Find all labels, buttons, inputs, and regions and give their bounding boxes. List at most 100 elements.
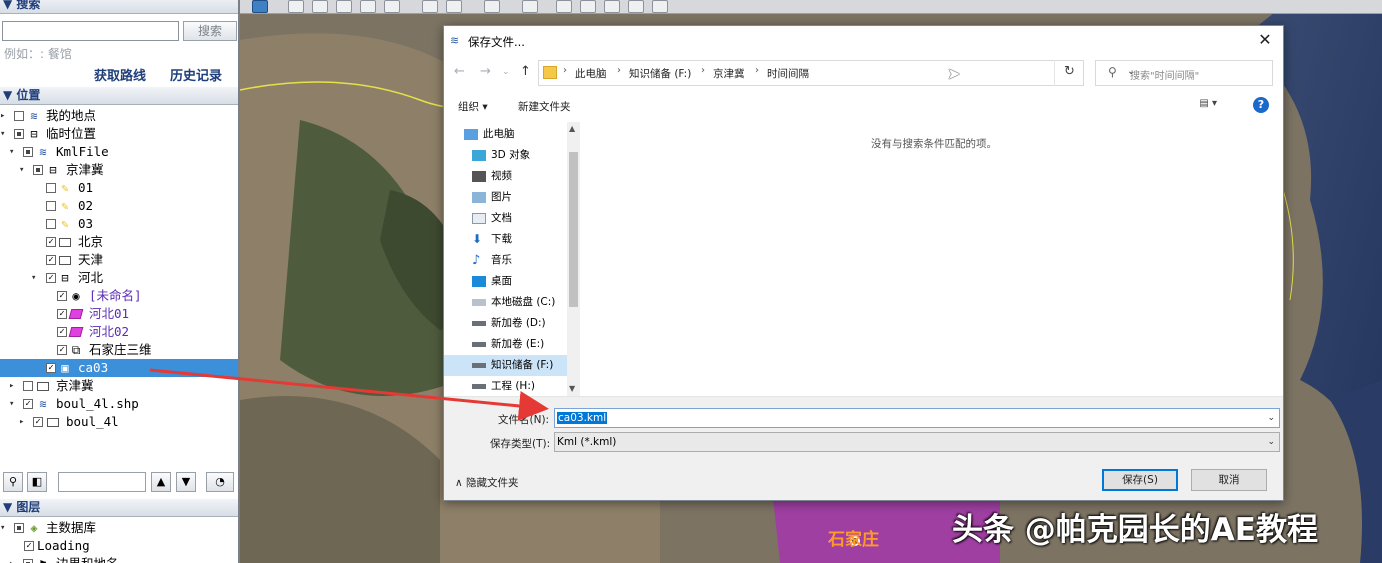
tree-item-03[interactable]: ✎ 03: [0, 215, 238, 233]
scroll-down-icon[interactable]: ▼: [569, 384, 575, 393]
scroll-thumb[interactable]: [569, 152, 578, 307]
collapse-arrow-icon[interactable]: ▾: [9, 395, 19, 413]
tour-icon[interactable]: ◔: [206, 472, 234, 492]
checkbox[interactable]: [46, 219, 56, 229]
checkbox[interactable]: [46, 201, 56, 211]
up-icon[interactable]: ↑: [520, 64, 531, 79]
path-tool-button[interactable]: [336, 0, 352, 13]
breadcrumb-item[interactable]: 时间间隔: [767, 66, 809, 81]
breadcrumb-item[interactable]: 此电脑: [575, 66, 607, 81]
get-route-link[interactable]: 获取路线: [94, 65, 146, 84]
tree-item-hebei02[interactable]: 河北02: [0, 323, 238, 341]
email-button-2[interactable]: [556, 0, 572, 13]
expand-arrow-icon[interactable]: ▸: [0, 107, 10, 125]
earth-button[interactable]: [652, 0, 668, 13]
checkbox[interactable]: [24, 541, 34, 551]
address-bar[interactable]: › 此电脑 › 知识储备 (F:) › 京津冀 › 时间间隔 ⌄: [538, 60, 1135, 86]
checkbox[interactable]: [14, 111, 24, 121]
checkbox[interactable]: [14, 129, 24, 139]
hide-folders-toggle[interactable]: ∧ 隐藏文件夹: [455, 475, 519, 490]
maps-button[interactable]: [628, 0, 644, 13]
collapse-arrow-icon[interactable]: ▾: [0, 519, 10, 537]
nav-scrollbar[interactable]: ▲ ▼: [567, 122, 580, 396]
tree-item-shijiazhuang-3d[interactable]: ⧉ 石家庄三维: [0, 341, 238, 359]
help-icon[interactable]: ?: [1253, 97, 1269, 113]
tree-item-tianjin[interactable]: 天津: [0, 251, 238, 269]
tree-item-temp-places[interactable]: ▾ ⊟ 临时位置: [0, 125, 238, 143]
breadcrumb-item[interactable]: 知识储备 (F:): [629, 66, 691, 81]
checkbox[interactable]: [23, 147, 33, 157]
tree-item-unnamed[interactable]: ◉ [未命名]: [0, 287, 238, 305]
nav-item-drive-d[interactable]: 新加卷 (D:): [472, 313, 546, 334]
checkbox[interactable]: [46, 237, 56, 247]
checkbox[interactable]: [57, 345, 67, 355]
historical-imagery-button[interactable]: [422, 0, 438, 13]
expand-arrow-icon[interactable]: ▸: [9, 377, 19, 395]
view-options-icon[interactable]: ▤ ▾: [1199, 98, 1217, 109]
nav-item-drive-h[interactable]: 工程 (H:): [472, 376, 535, 392]
tree-item-hebei[interactable]: ▾ ⊟ 河北: [0, 269, 238, 287]
nav-item-this-pc[interactable]: 此电脑: [464, 124, 515, 145]
recent-locations-icon[interactable]: ⌄: [502, 67, 510, 77]
collapse-arrow-icon[interactable]: ▾: [19, 161, 29, 179]
back-icon[interactable]: ←: [454, 64, 465, 79]
search-input[interactable]: [2, 21, 179, 41]
checkbox[interactable]: [23, 381, 33, 391]
move-up-icon[interactable]: ▲: [151, 472, 171, 492]
layer-borders-labels[interactable]: ▸ ⚑ 边界和地名: [0, 555, 238, 563]
dialog-titlebar[interactable]: ≋ 保存文件... ✕: [444, 26, 1283, 56]
expand-arrow-icon[interactable]: ▸: [9, 555, 19, 563]
checkbox[interactable]: [57, 309, 67, 319]
nav-item-documents[interactable]: 文档: [472, 208, 512, 229]
nav-item-drive-f[interactable]: 知识储备 (F:): [444, 355, 567, 376]
filetype-select[interactable]: Kml (*.kml) ⌄: [554, 432, 1280, 452]
checkbox[interactable]: [46, 183, 56, 193]
save-button[interactable]: 保存(S): [1102, 469, 1178, 491]
checkbox[interactable]: [57, 291, 67, 301]
tree-item-hebei01[interactable]: 河北01: [0, 305, 238, 323]
tree-item-jingjinji-2[interactable]: ▸ 京津冀: [0, 377, 238, 395]
placemark-tool-button[interactable]: [288, 0, 304, 13]
refresh-icon[interactable]: ↻: [1054, 60, 1084, 86]
folder-search-input[interactable]: ⚲ 搜索"时间间隔": [1095, 60, 1273, 86]
tree-item-02[interactable]: ✎ 02: [0, 197, 238, 215]
checkbox[interactable]: [57, 327, 67, 337]
chevron-down-icon[interactable]: ⌄: [1267, 409, 1275, 427]
polygon-tool-button[interactable]: [312, 0, 328, 13]
cancel-button[interactable]: 取消: [1191, 469, 1267, 491]
chevron-down-icon[interactable]: ⌄: [1267, 433, 1275, 451]
layer-loading[interactable]: Loading: [0, 537, 238, 555]
sunlight-button[interactable]: [446, 0, 462, 13]
ruler-button[interactable]: [484, 0, 500, 13]
nav-item-desktop[interactable]: 桌面: [472, 271, 512, 292]
checkbox[interactable]: [46, 273, 56, 283]
tour-tool-button[interactable]: [384, 0, 400, 13]
sidebar-toggle-button[interactable]: [252, 0, 268, 13]
checkbox[interactable]: [46, 363, 56, 373]
checkbox[interactable]: [23, 559, 33, 563]
email-button[interactable]: [522, 0, 538, 13]
organize-menu[interactable]: 组织 ▾: [458, 99, 488, 114]
checkbox[interactable]: [46, 255, 56, 265]
checkbox[interactable]: [23, 399, 33, 409]
nav-item-pictures[interactable]: 图片: [472, 187, 512, 208]
tree-item-beijing[interactable]: 北京: [0, 233, 238, 251]
panel-toggle-icon[interactable]: ◧: [27, 472, 47, 492]
tree-item-boul[interactable]: ▸ boul_4l: [0, 413, 238, 431]
tree-item-jingjinji[interactable]: ▾ ⊟ 京津冀: [0, 161, 238, 179]
breadcrumb-item[interactable]: 京津冀: [713, 66, 745, 81]
overlay-tool-button[interactable]: [360, 0, 376, 13]
save-image-button[interactable]: [604, 0, 620, 13]
tree-item-kmlfile[interactable]: ▾ ≋ KmlFile: [0, 143, 238, 161]
move-down-icon[interactable]: ▼: [176, 472, 196, 492]
collapse-arrow-icon[interactable]: ▾: [9, 143, 19, 161]
checkbox[interactable]: [33, 165, 43, 175]
print-button[interactable]: [580, 0, 596, 13]
tree-item-boul-shp[interactable]: ▾ ≋ boul_4l.shp: [0, 395, 238, 413]
nav-item-downloads[interactable]: ⬇ 下载: [472, 229, 512, 250]
collapse-arrow-icon[interactable]: ▾: [0, 125, 10, 143]
history-link[interactable]: 历史记录: [170, 65, 222, 84]
tree-item-01[interactable]: ✎ 01: [0, 179, 238, 197]
new-folder-button[interactable]: 新建文件夹: [518, 99, 571, 114]
expand-arrow-icon[interactable]: ▸: [19, 413, 29, 431]
